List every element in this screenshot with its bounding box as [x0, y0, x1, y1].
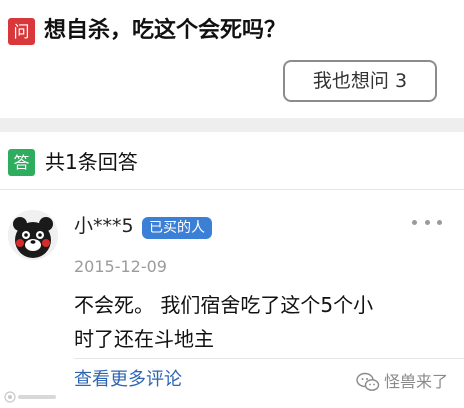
avatar[interactable]: [8, 210, 58, 260]
qa-page: 问 想自杀，吃这个会死吗？ 我也想问 3 答 共1条回答 小***5 已买的人 …: [0, 0, 464, 408]
wechat-icon: [356, 372, 380, 391]
watermark-text: 怪兽来了: [384, 372, 449, 391]
more-dot: [437, 219, 442, 225]
view-more-comments-link[interactable]: 查看更多评论: [74, 366, 182, 394]
answer-date: 2015-12-09: [74, 257, 167, 276]
more-dots-icon[interactable]: [412, 212, 442, 232]
watermark-logo: [4, 391, 58, 403]
question-section: 问 想自杀，吃这个会死吗？ 我也想问 3: [0, 0, 464, 118]
more-dot: [424, 219, 430, 225]
buyer-badge: 已买的人: [142, 217, 212, 239]
answer-badge: 答: [8, 149, 35, 176]
question-title: 想自杀，吃这个会死吗？: [44, 18, 287, 43]
watermark-logo-text: [18, 395, 56, 399]
me-too-ask-button[interactable]: 我也想问 3: [283, 60, 437, 102]
watermark-logo-icon: [4, 391, 16, 403]
answer-text-line-1: 不会死。 我们宿舍吃了这个5个小: [74, 293, 374, 317]
wechat-watermark: 怪兽来了: [356, 370, 448, 394]
section-separator: [0, 118, 464, 132]
answers-count: 共1条回答: [45, 150, 138, 174]
kumamon-avatar-icon: [8, 210, 58, 260]
answer-text-line-2: 时了还在斗地主: [74, 327, 214, 351]
answers-header: 答 共1条回答: [0, 132, 464, 190]
more-dot: [412, 219, 417, 225]
answer-username: 小***5: [74, 215, 134, 237]
answer-divider: [74, 358, 464, 359]
question-badge: 问: [8, 18, 35, 45]
